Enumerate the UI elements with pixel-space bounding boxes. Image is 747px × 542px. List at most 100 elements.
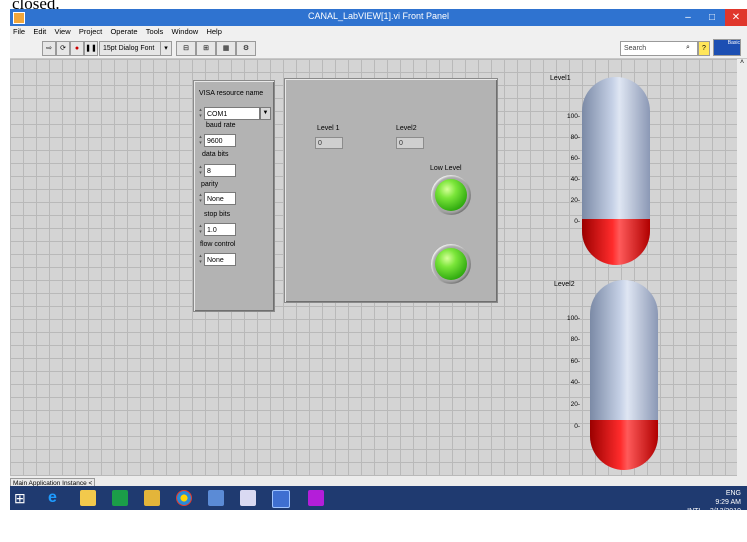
level1-indicator: 0: [315, 137, 343, 149]
visa-stepper[interactable]: ▴ ▾: [198, 107, 203, 120]
level2-indicator: 0: [396, 137, 424, 149]
tank1-tick-0: 0-: [574, 218, 580, 225]
lang-code: ENG: [725, 490, 741, 497]
tank1-tick-60: 60-: [570, 155, 580, 162]
windows-taskbar: ⊞ e ENG INTL 9:29 AM 3/13/2019: [10, 486, 747, 515]
tank2-body: [590, 280, 658, 470]
front-panel-canvas: VISA resource name ▴ ▾ COM1 ▼ baud rate ▴…: [10, 59, 737, 476]
level2-label: Level2: [396, 125, 417, 132]
window-titlebar: CANAL_LabVIEW[1].vi Front Panel – □ ✕: [10, 9, 747, 26]
paint-icon[interactable]: [240, 490, 256, 506]
tank1-tick-100: 100-: [566, 113, 580, 120]
abort-icon[interactable]: ●: [70, 41, 84, 56]
tank2-tick-0: 0-: [574, 423, 580, 430]
tank2-label: Level2: [554, 281, 575, 288]
tray-clock[interactable]: 9:29 AM 3/13/2019: [710, 498, 741, 516]
databits-stepper[interactable]: ▴ ▾: [198, 164, 203, 177]
menu-project[interactable]: Project: [79, 26, 102, 38]
menu-operate[interactable]: Operate: [110, 26, 137, 38]
palette-label: Basic: [727, 40, 740, 46]
front-panel-taskbar-icon[interactable]: [272, 490, 290, 508]
level1-label: Level 1: [317, 125, 340, 132]
font-selector[interactable]: 15pt Dialog Font: [99, 41, 162, 56]
file-explorer-icon[interactable]: [80, 490, 96, 506]
visa-dropdown-icon[interactable]: ▼: [260, 107, 271, 120]
window-title: CANAL_LabVIEW[1].vi Front Panel: [307, 11, 450, 21]
tank2-tick-60: 60-: [570, 358, 580, 365]
tank2-tick-80: 80-: [570, 336, 580, 343]
visa-resource-value: COM1: [207, 111, 228, 118]
menu-edit[interactable]: Edit: [33, 26, 46, 38]
tank1-scale: 100- 80- 60- 40- 20- 0-: [558, 109, 580, 229]
tank1-label: Level1: [550, 75, 571, 82]
pause-icon[interactable]: ❚❚: [84, 41, 98, 56]
media-player-icon[interactable]: [144, 490, 160, 506]
windows-start-icon[interactable]: ⊞: [14, 490, 30, 506]
horizontal-scrollbar[interactable]: [10, 476, 747, 486]
menu-bar: File Edit View Project Operate Tools Win…: [10, 26, 747, 38]
tank1-fill: [582, 219, 650, 265]
menu-view[interactable]: View: [55, 26, 71, 38]
level-indicators-panel: Level 1 0 Level2 0 Low Level: [284, 78, 498, 303]
maximize-button[interactable]: □: [701, 9, 723, 26]
resize-objects-icon[interactable]: ▦: [216, 41, 236, 56]
tank2-tick-100: 100-: [566, 315, 580, 322]
menu-help[interactable]: Help: [206, 26, 221, 38]
menu-window[interactable]: Window: [172, 26, 199, 38]
stop-bits-field[interactable]: 1.0: [204, 223, 236, 236]
toolbar: ⇨ ⟳ ● ❚❚ 15pt Dialog Font ▾ ⊟ ⊞ ▦ ⚙ Sear…: [10, 38, 747, 59]
menu-file[interactable]: File: [13, 26, 25, 38]
parity-field[interactable]: None: [204, 192, 236, 205]
visa-resource-field[interactable]: COM1: [204, 107, 260, 120]
tank1-tick-20: 20-: [570, 197, 580, 204]
parity-label: parity: [201, 181, 219, 188]
font-dropdown-icon[interactable]: ▾: [160, 41, 172, 56]
flow-control-field[interactable]: None: [204, 253, 236, 266]
serial-config-panel: VISA resource name ▴ ▾ COM1 ▼ baud rate ▴…: [193, 80, 275, 312]
baud-stepper[interactable]: ▴ ▾: [198, 134, 203, 147]
tray-time: 9:29 AM: [715, 499, 741, 506]
help-button[interactable]: ?: [698, 41, 710, 56]
tank2-scale: 100- 80- 60- 40- 20- 0-: [558, 315, 580, 435]
stopbits-stepper[interactable]: ▴ ▾: [198, 223, 203, 236]
minimize-button[interactable]: –: [677, 9, 699, 26]
stopbits-label: stop bits: [204, 211, 231, 218]
parity-stepper[interactable]: ▴ ▾: [198, 192, 203, 205]
tank2-tick-40: 40-: [570, 379, 580, 386]
run-arrow-icon[interactable]: ⇨: [42, 41, 56, 56]
baud-label: baud rate: [206, 122, 236, 129]
align-objects-icon[interactable]: ⊟: [176, 41, 196, 56]
internet-explorer-icon[interactable]: e: [48, 490, 64, 506]
system-tray: ENG INTL 9:29 AM 3/13/2019: [687, 489, 741, 516]
databits-label: data bits: [202, 151, 229, 158]
tank1: [582, 77, 650, 265]
vertical-scrollbar[interactable]: ˄: [737, 59, 747, 476]
search-taskbar-icon[interactable]: [308, 490, 324, 506]
reorder-icon[interactable]: ⚙: [236, 41, 256, 56]
store-icon[interactable]: [112, 490, 128, 506]
lang-region: INTL: [687, 508, 703, 515]
baud-rate-field[interactable]: 9600: [204, 134, 236, 147]
tank2-tick-20: 20-: [570, 401, 580, 408]
run-continuously-icon[interactable]: ⟳: [56, 41, 70, 56]
tank1-tick-40: 40-: [570, 176, 580, 183]
search-icon[interactable]: ⌕: [682, 41, 694, 54]
visa-label: VISA resource name: [199, 90, 264, 97]
tray-date: 3/13/2019: [709, 508, 741, 515]
flow-label: flow control: [200, 241, 236, 248]
low-level-label: Low Level: [430, 165, 462, 172]
search-placeholder: Search: [624, 45, 647, 52]
tank1-body: [582, 77, 650, 265]
scroll-up-icon[interactable]: ˄: [737, 59, 747, 66]
tank1-tick-80: 80-: [570, 134, 580, 141]
flow-stepper[interactable]: ▴ ▾: [198, 253, 203, 266]
tank2-fill: [590, 420, 658, 470]
close-button[interactable]: ✕: [725, 9, 747, 26]
chrome-icon[interactable]: [176, 490, 192, 506]
distribute-objects-icon[interactable]: ⊞: [196, 41, 216, 56]
labview-taskbar-icon[interactable]: [208, 490, 224, 506]
data-bits-field[interactable]: 8: [204, 164, 236, 177]
tank2: [590, 280, 658, 470]
menu-tools[interactable]: Tools: [146, 26, 164, 38]
palette-button[interactable]: Basic: [713, 39, 741, 56]
